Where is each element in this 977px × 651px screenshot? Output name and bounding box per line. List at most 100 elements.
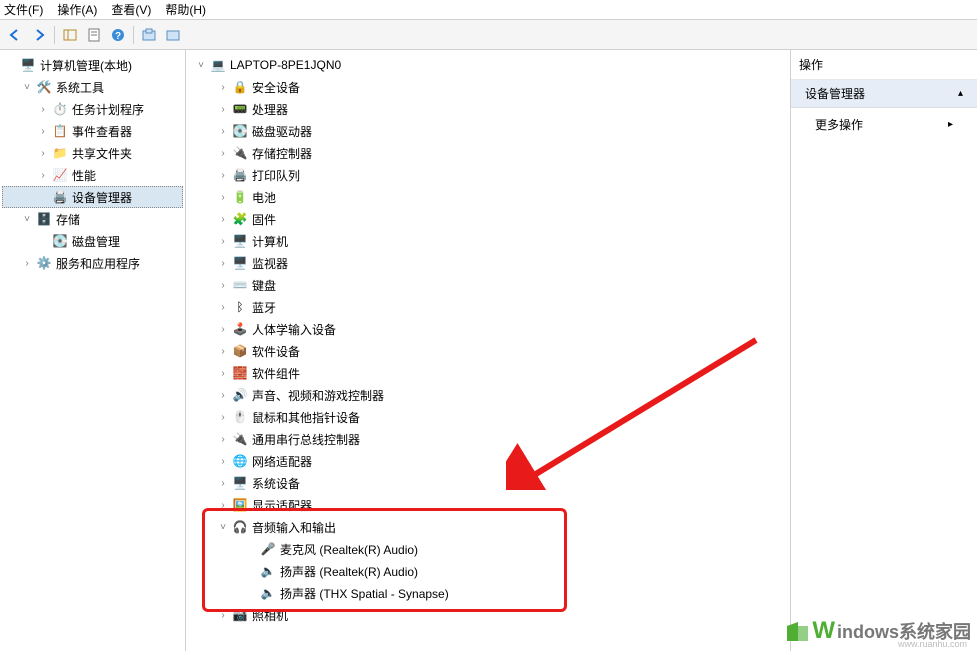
tree-label: 扬声器 (THX Spatial - Synapse) (280, 585, 449, 602)
disk-icon: 💽 (232, 123, 248, 139)
menu-view[interactable]: 查看(V) (111, 1, 151, 18)
device-firmware[interactable]: ›🧩固件 (188, 208, 788, 230)
expander-icon[interactable]: ˅ (20, 82, 34, 93)
device-print-queues[interactable]: ›🖨️打印队列 (188, 164, 788, 186)
tree-label: 系统工具 (56, 79, 104, 96)
expander-icon[interactable]: › (216, 148, 230, 159)
menu-help[interactable]: 帮助(H) (165, 1, 206, 18)
device-computer[interactable]: ›🖥️计算机 (188, 230, 788, 252)
expander-icon[interactable]: › (216, 346, 230, 357)
tree-label: 处理器 (252, 101, 288, 118)
expander-icon[interactable]: › (216, 302, 230, 313)
tree-device-manager[interactable]: › 🖨️ 设备管理器 (2, 186, 183, 208)
device-speaker-realtek[interactable]: ›🔈扬声器 (Realtek(R) Audio) (188, 560, 788, 582)
menu-file[interactable]: 文件(F) (4, 1, 43, 18)
camera-icon: 📷 (232, 607, 248, 623)
device-speaker-thx[interactable]: ›🔈扬声器 (THX Spatial - Synapse) (188, 582, 788, 604)
tree-label: 照相机 (252, 607, 288, 624)
device-network-adapters[interactable]: ›🌐网络适配器 (188, 450, 788, 472)
speaker-icon: 🔈 (260, 585, 276, 601)
expander-icon[interactable]: › (216, 82, 230, 93)
sound-icon: 🔊 (232, 387, 248, 403)
device-software-components[interactable]: ›🧱软件组件 (188, 362, 788, 384)
expander-icon[interactable]: › (216, 236, 230, 247)
device-root[interactable]: ˅ 💻 LAPTOP-8PE1JQN0 (188, 54, 788, 76)
expander-icon[interactable]: › (36, 126, 50, 137)
expander-icon[interactable]: › (216, 456, 230, 467)
device-batteries[interactable]: ›🔋电池 (188, 186, 788, 208)
menu-action[interactable]: 操作(A) (57, 1, 97, 18)
hid-icon: 🕹️ (232, 321, 248, 337)
expander-icon[interactable]: ˅ (216, 522, 230, 533)
tree-label: 通用串行总线控制器 (252, 431, 360, 448)
help-button[interactable]: ? (107, 24, 129, 46)
expander-icon[interactable]: › (216, 390, 230, 401)
tree-label: 网络适配器 (252, 453, 312, 470)
watermark-url: www.ruanhu.com (898, 639, 967, 649)
expander-icon[interactable]: › (216, 500, 230, 511)
more-actions-item[interactable]: 更多操作 ▸ (791, 108, 977, 141)
expander-icon[interactable]: › (216, 324, 230, 335)
tree-system-tools[interactable]: ˅ 🛠️ 系统工具 (2, 76, 183, 98)
expander-icon[interactable]: › (216, 104, 230, 115)
device-bluetooth[interactable]: ›ᛒ蓝牙 (188, 296, 788, 318)
expander-icon[interactable]: › (216, 434, 230, 445)
device-monitors[interactable]: ›🖥️监视器 (188, 252, 788, 274)
expander-icon[interactable]: ˅ (194, 60, 208, 71)
tree-label: 显示适配器 (252, 497, 312, 514)
tree-label: 软件组件 (252, 365, 300, 382)
device-mice[interactable]: ›🖱️鼠标和其他指针设备 (188, 406, 788, 428)
tree-performance[interactable]: › 📈 性能 (2, 164, 183, 186)
device-software-devices[interactable]: ›📦软件设备 (188, 340, 788, 362)
expander-icon[interactable]: › (216, 280, 230, 291)
tree-label: 固件 (252, 211, 276, 228)
device-keyboards[interactable]: ›⌨️键盘 (188, 274, 788, 296)
tree-event-viewer[interactable]: › 📋 事件查看器 (2, 120, 183, 142)
device-display-adapters[interactable]: ›🖼️显示适配器 (188, 494, 788, 516)
expander-icon[interactable]: › (216, 412, 230, 423)
device-cameras[interactable]: ›📷照相机 (188, 604, 788, 626)
expander-icon[interactable]: › (216, 170, 230, 181)
expander-icon[interactable]: › (20, 258, 34, 269)
device-system-devices[interactable]: ›🖥️系统设备 (188, 472, 788, 494)
properties-button[interactable] (83, 24, 105, 46)
tree-disk-management[interactable]: › 💽 磁盘管理 (2, 230, 183, 252)
expander-icon[interactable]: › (216, 368, 230, 379)
tree-root-computer-management[interactable]: ▶ 🖥️ 计算机管理(本地) (2, 54, 183, 76)
device-disk-drives[interactable]: ›💽磁盘驱动器 (188, 120, 788, 142)
scan-button[interactable] (138, 24, 160, 46)
expander-icon[interactable]: › (36, 148, 50, 159)
expander-icon[interactable]: › (216, 192, 230, 203)
expander-icon[interactable]: › (216, 214, 230, 225)
disk-management-icon: 💽 (52, 233, 68, 249)
device-sound-video-game[interactable]: ›🔊声音、视频和游戏控制器 (188, 384, 788, 406)
expander-icon[interactable]: › (36, 104, 50, 115)
expander-icon[interactable]: › (36, 170, 50, 181)
firmware-icon: 🧩 (232, 211, 248, 227)
collapse-icon: ▴ (958, 88, 963, 99)
device-hid[interactable]: ›🕹️人体学输入设备 (188, 318, 788, 340)
tree-storage[interactable]: ˅ 🗄️ 存储 (2, 208, 183, 230)
show-hide-tree-button[interactable] (59, 24, 81, 46)
forward-button[interactable] (28, 24, 50, 46)
tree-task-scheduler[interactable]: › ⏱️ 任务计划程序 (2, 98, 183, 120)
expander-icon[interactable]: › (216, 610, 230, 621)
device-security[interactable]: ›🔒安全设备 (188, 76, 788, 98)
device-mic-realtek[interactable]: ›🎤麦克风 (Realtek(R) Audio) (188, 538, 788, 560)
back-button[interactable] (4, 24, 26, 46)
device-processor[interactable]: ›📟处理器 (188, 98, 788, 120)
expander-icon[interactable]: › (216, 126, 230, 137)
tree-services-apps[interactable]: › ⚙️ 服务和应用程序 (2, 252, 183, 274)
device-storage-controllers[interactable]: ›🔌存储控制器 (188, 142, 788, 164)
expander-icon[interactable]: ˅ (20, 214, 34, 225)
refresh-button[interactable] (162, 24, 184, 46)
tree-shared-folders[interactable]: › 📁 共享文件夹 (2, 142, 183, 164)
expander-icon[interactable]: › (216, 258, 230, 269)
printer-icon: 🖨️ (232, 167, 248, 183)
device-usb-controllers[interactable]: ›🔌通用串行总线控制器 (188, 428, 788, 450)
tree-label: 键盘 (252, 277, 276, 294)
device-audio-io[interactable]: ˅🎧音频输入和输出 (188, 516, 788, 538)
actions-section-title[interactable]: 设备管理器 ▴ (791, 80, 977, 108)
tree-label: 打印队列 (252, 167, 300, 184)
expander-icon[interactable]: › (216, 478, 230, 489)
